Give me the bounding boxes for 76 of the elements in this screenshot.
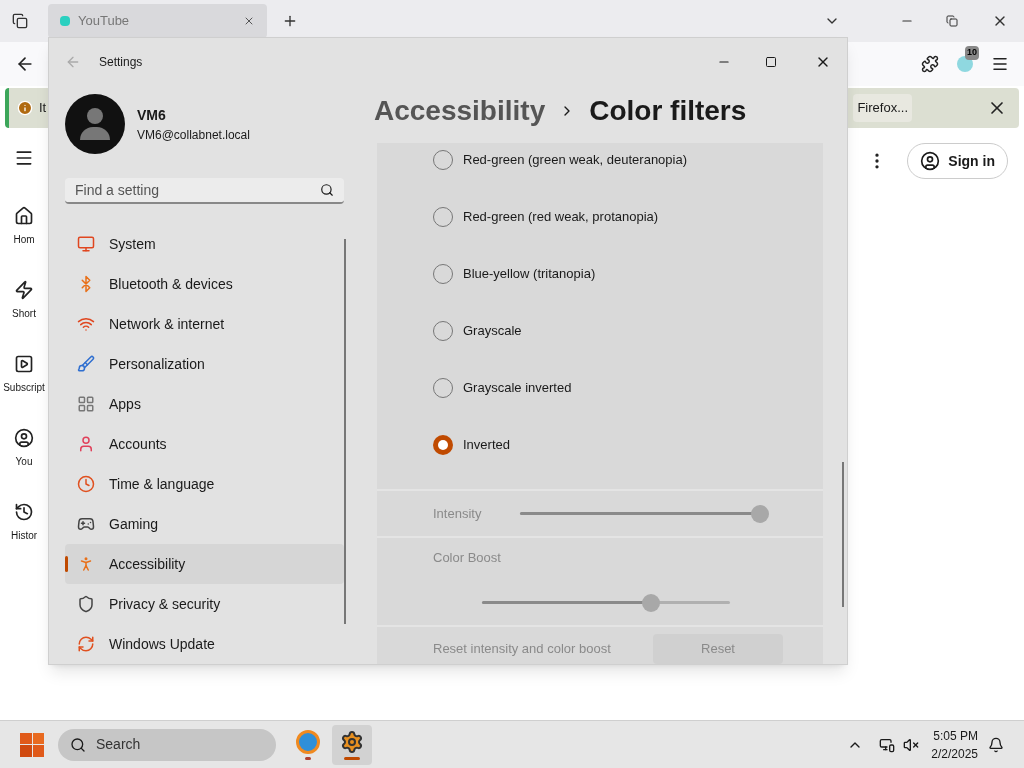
search-field[interactable]: Find a setting — [65, 178, 344, 204]
person-icon — [920, 151, 941, 171]
radio-label: Grayscale inverted — [463, 378, 572, 397]
nav-label[interactable]: You — [15, 454, 33, 469]
window-title: Settings — [99, 54, 143, 71]
bell-icon[interactable] — [988, 736, 1004, 753]
nav-item[interactable]: Time & language — [65, 464, 344, 504]
user-name: VM6 — [137, 105, 167, 125]
person-icon — [77, 435, 95, 453]
breadcrumb-parent[interactable]: Accessibility — [374, 90, 546, 132]
intensity-label: Intensity — [433, 504, 483, 523]
nav-item[interactable]: Apps — [65, 384, 344, 424]
reset-description: Reset intensity and color boost — [433, 640, 612, 658]
taskbar-app[interactable] — [332, 724, 372, 765]
radio-label: Red-green (green weak, deuteranopia) — [463, 150, 688, 169]
radio-label: Grayscale — [463, 321, 522, 340]
history-icon[interactable] — [14, 502, 34, 522]
avatar — [65, 94, 125, 154]
apps-grid-icon — [77, 395, 95, 413]
nav-label[interactable]: Histor — [10, 528, 38, 543]
nav-item[interactable]: Accessibility — [65, 544, 344, 584]
search-placeholder: Search — [96, 735, 141, 754]
play-icon — [60, 16, 70, 26]
taskbar-search[interactable]: Search — [58, 728, 276, 761]
network-icon[interactable] — [879, 736, 896, 753]
extension-icon[interactable] — [957, 56, 973, 72]
nav-item[interactable]: Accounts — [65, 424, 344, 464]
clock-time[interactable]: 5:05 PM — [933, 726, 978, 745]
shield-icon — [77, 595, 95, 613]
puzzle-icon[interactable] — [921, 55, 939, 73]
refresh-icon — [77, 635, 95, 653]
nav-item[interactable]: Personalization — [65, 344, 344, 384]
nav-label[interactable]: Short — [12, 306, 36, 321]
new-tab-icon[interactable] — [282, 13, 298, 29]
maximize-icon[interactable] — [765, 56, 777, 68]
tab-title: YouTube — [78, 12, 131, 31]
search-icon — [320, 183, 334, 197]
nav-item[interactable]: Windows Update — [65, 624, 344, 664]
home-icon[interactable] — [14, 206, 34, 226]
nav-item[interactable]: Network & internet — [65, 304, 344, 344]
wifi-icon — [77, 315, 95, 333]
radio-label: Blue-yellow (tritanopia) — [463, 264, 596, 283]
nav-item[interactable]: Bluetooth & devices — [65, 264, 344, 304]
nav-item[interactable]: Privacy & security — [65, 584, 344, 624]
firefox-button[interactable]: Firefox... — [853, 94, 912, 122]
notification-text: It — [39, 99, 47, 118]
tab-list-icon[interactable] — [12, 13, 28, 29]
menu-icon[interactable] — [991, 55, 1009, 73]
page-title: Color filters — [589, 94, 747, 128]
shorts-icon[interactable] — [14, 280, 34, 300]
menu-icon[interactable] — [14, 148, 34, 168]
nav-item[interactable]: Gaming — [65, 504, 344, 544]
color-boost-label: Color Boost — [433, 549, 502, 568]
gamepad-icon — [77, 515, 95, 533]
radio-label: Red-green (red weak, protanopia) — [463, 207, 659, 226]
subscriptions-icon[interactable] — [14, 354, 34, 374]
nav-label[interactable]: Subscript — [3, 380, 45, 395]
windows-logo-icon[interactable] — [20, 732, 44, 757]
nav-label[interactable]: Hom — [13, 232, 35, 247]
clock-date[interactable]: 2/2/2025 — [931, 744, 978, 763]
monitor-icon — [77, 235, 95, 253]
extension-badge: 10 — [965, 46, 979, 60]
person-icon[interactable] — [14, 428, 34, 448]
radio-button[interactable] — [433, 434, 453, 455]
brush-icon — [77, 355, 95, 373]
info-icon — [17, 100, 33, 116]
restore-icon[interactable] — [946, 15, 958, 27]
search-icon — [70, 736, 86, 753]
muted-speaker-icon[interactable] — [903, 736, 920, 753]
user-email: VM6@collabnet.local — [137, 126, 250, 144]
radio-label: Inverted — [463, 435, 510, 454]
nav-item[interactable]: System — [65, 224, 344, 264]
search-placeholder: Find a setting — [75, 180, 161, 200]
firefox-icon — [296, 729, 320, 754]
clock-icon — [77, 475, 95, 493]
gear-icon — [340, 729, 364, 754]
